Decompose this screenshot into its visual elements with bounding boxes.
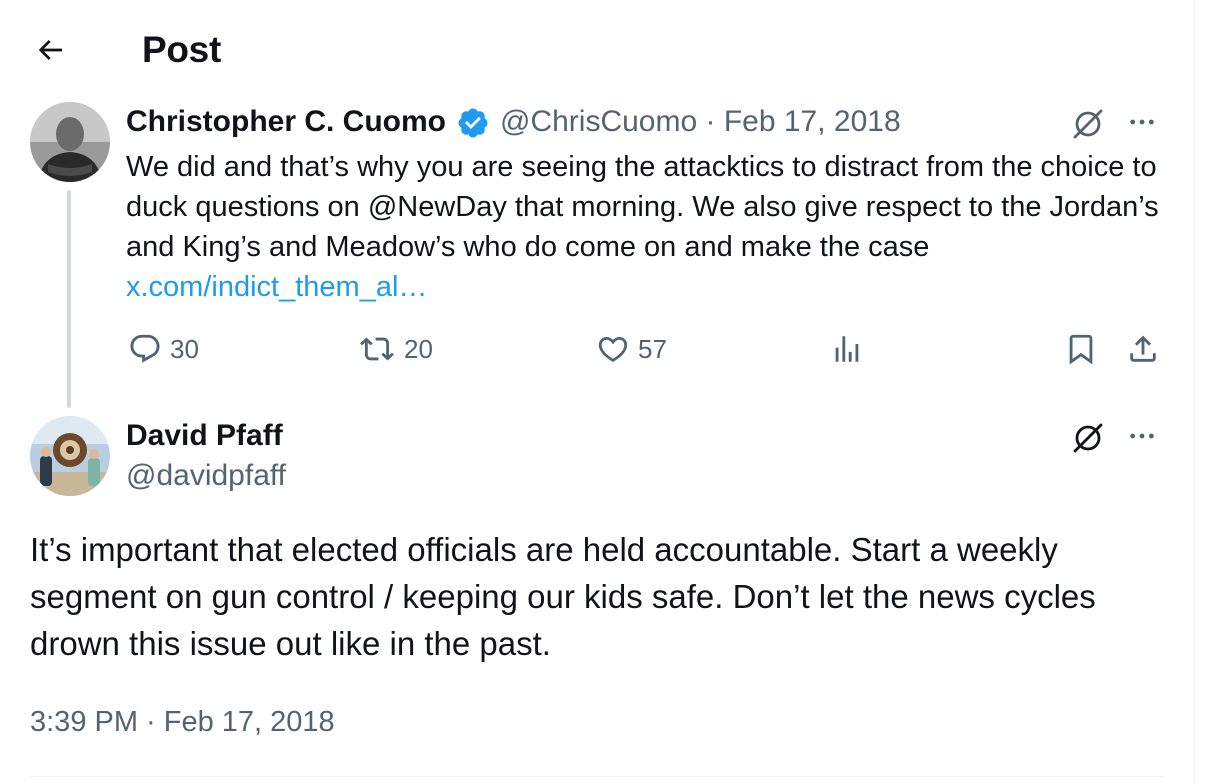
back-button[interactable] [28, 28, 72, 72]
back-arrow-icon [38, 40, 62, 60]
bookmark-icon [1069, 334, 1093, 365]
repost-count: 20 [404, 334, 433, 364]
author-name[interactable]: Christopher C. Cuomo [126, 104, 446, 140]
more-icon [1130, 433, 1154, 439]
share-icon [1130, 335, 1156, 362]
like-icon [598, 336, 628, 362]
grok-button[interactable] [1070, 104, 1110, 144]
avatar-david-pfaff[interactable] [30, 416, 110, 496]
page-title: Post [142, 29, 221, 70]
page-header: Post [0, 0, 1194, 100]
bookmark-button[interactable] [1064, 332, 1098, 366]
verified-badge-icon [458, 108, 488, 138]
grok-icon [1073, 423, 1103, 453]
more-icon [1130, 119, 1154, 125]
more-options-button[interactable] [1126, 104, 1162, 140]
repost-button[interactable]: 20 [358, 332, 433, 366]
author-name[interactable]: David Pfaff [126, 418, 283, 454]
thread-connector-line [67, 190, 71, 408]
handle-and-date[interactable]: @ChrisCuomo · Feb 17, 2018 [500, 104, 901, 140]
post-timestamp[interactable]: 3:39 PM · Feb 17, 2018 [30, 704, 335, 740]
repost-icon [360, 337, 394, 361]
post-link[interactable]: x.com/indict_them_al… [126, 271, 427, 303]
author-handle[interactable]: @davidpfaff [126, 458, 286, 494]
reply-icon [130, 334, 160, 363]
divider [30, 776, 1164, 777]
reply-button[interactable]: 30 [128, 332, 199, 366]
grok-button[interactable] [1070, 418, 1110, 458]
like-count: 57 [638, 334, 667, 364]
column-border [1194, 0, 1195, 784]
avatar-christopher-cuomo[interactable] [30, 102, 110, 182]
views-button[interactable] [830, 332, 864, 366]
share-button[interactable] [1126, 332, 1160, 366]
main-post-text: It’s important that elected officials ar… [30, 531, 1096, 662]
parent-post-text-body: We did and that’s why you are seeing the… [126, 151, 1159, 263]
avatar-image [30, 416, 110, 496]
grok-icon [1073, 109, 1103, 139]
parent-post-text: We did and that’s why you are seeing the… [126, 147, 1166, 307]
more-options-button[interactable] [1126, 418, 1162, 454]
views-icon [835, 336, 859, 362]
reply-count: 30 [170, 334, 199, 364]
avatar-image [30, 102, 110, 182]
like-button[interactable]: 57 [596, 332, 667, 366]
